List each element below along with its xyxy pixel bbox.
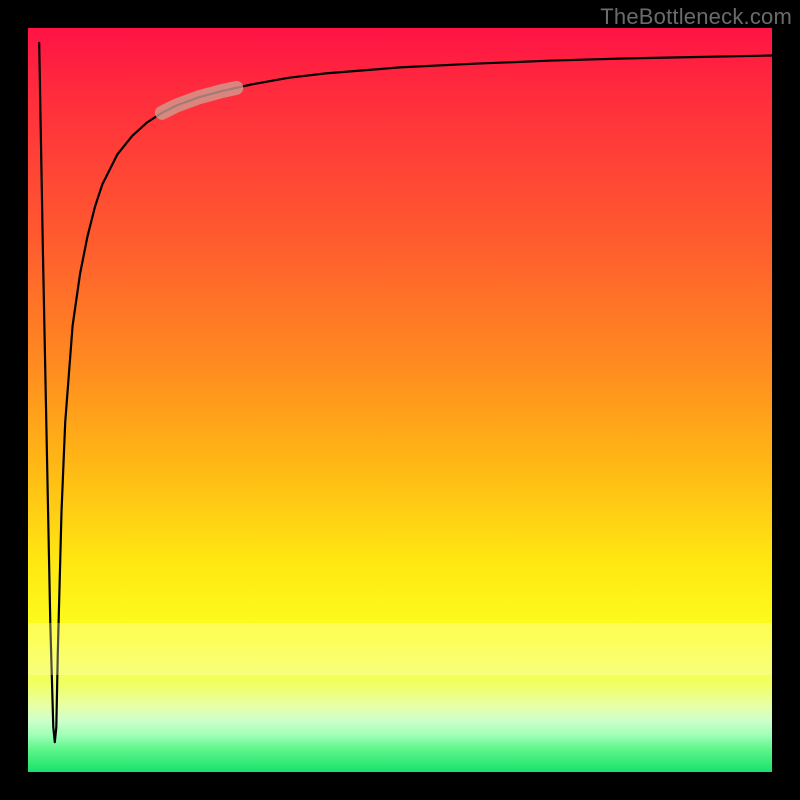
watermark-text: TheBottleneck.com [600, 4, 792, 30]
highlight-segment [162, 88, 236, 113]
curve-layer [28, 28, 772, 772]
chart-stage: TheBottleneck.com [0, 0, 800, 800]
plot-area [28, 28, 772, 772]
bottleneck-curve-path [39, 43, 772, 742]
